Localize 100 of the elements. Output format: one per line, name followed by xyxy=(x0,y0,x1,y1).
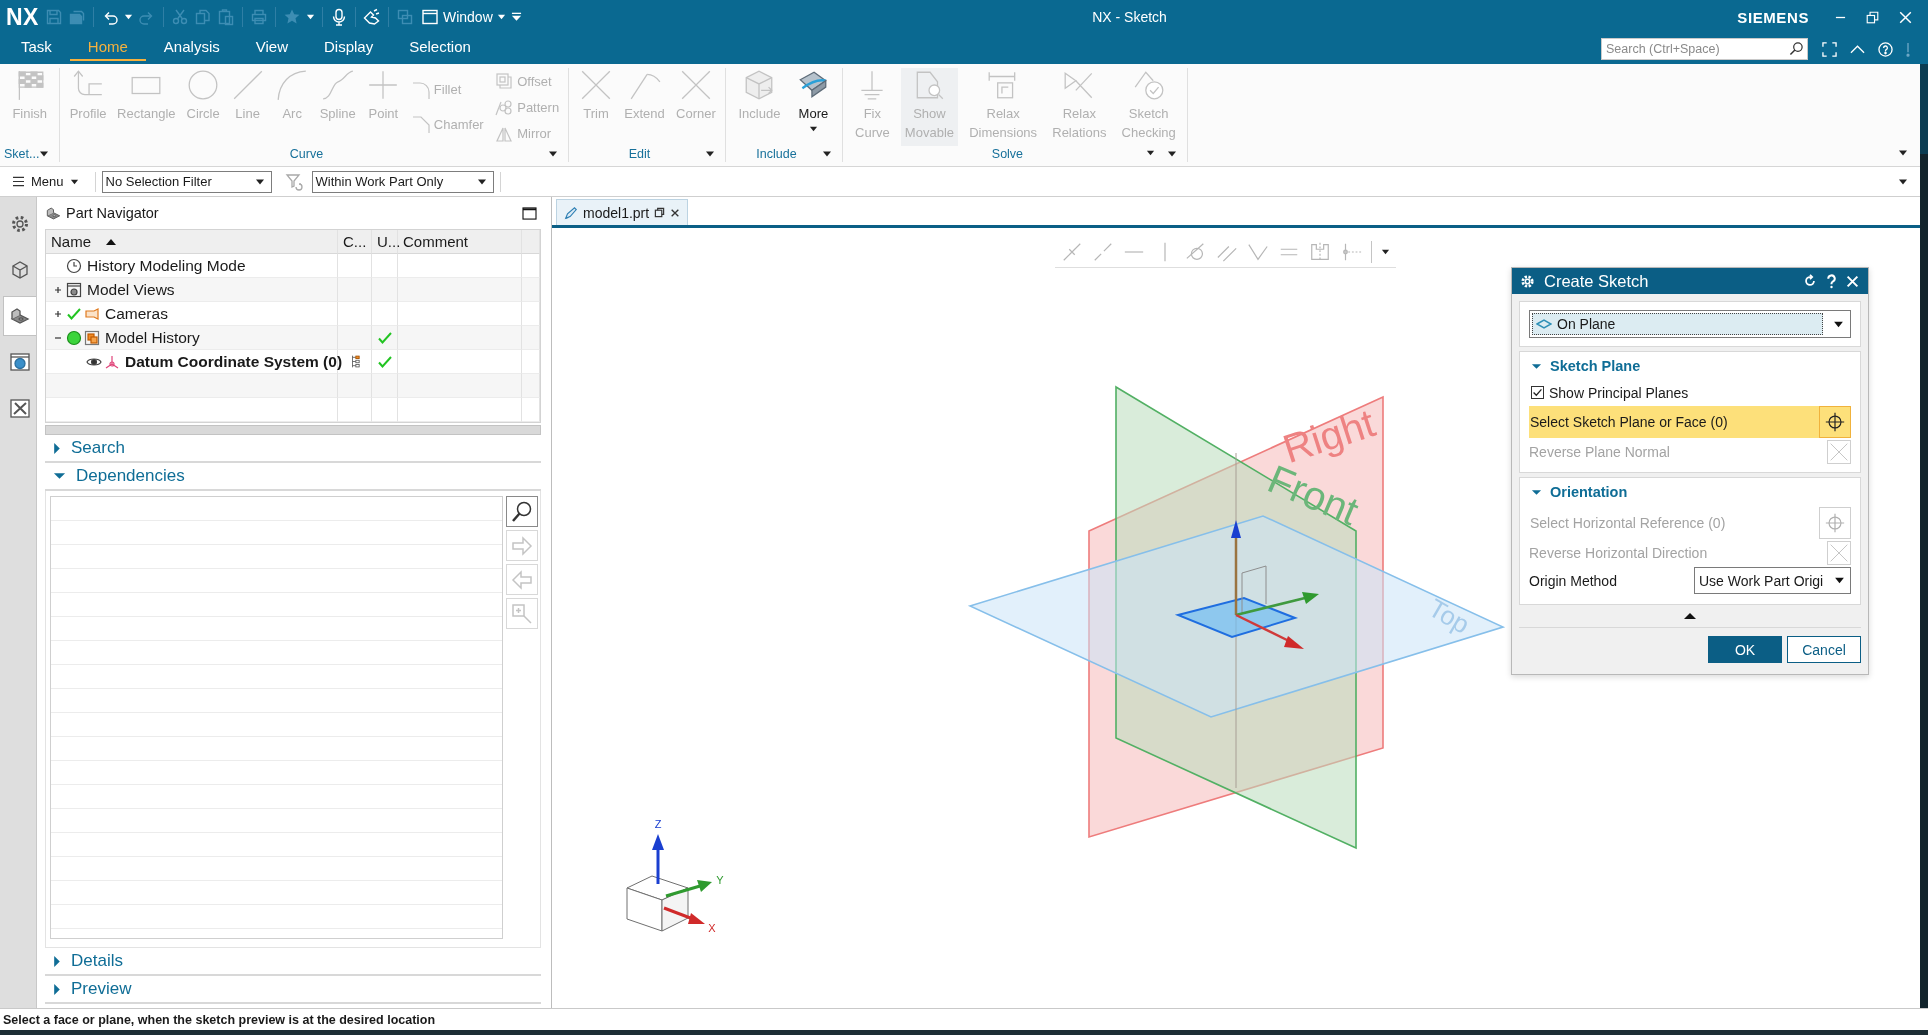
caret-icon[interactable] xyxy=(705,151,716,157)
plus-box-icon[interactable] xyxy=(53,308,63,319)
checkbox-label[interactable]: Show Principal Planes xyxy=(1549,384,1689,401)
search-icon xyxy=(510,499,534,524)
search-icon[interactable] xyxy=(1789,41,1804,56)
tree-row[interactable]: History Modeling Mode xyxy=(46,254,540,278)
cross-icon xyxy=(1829,542,1849,563)
caret-icon[interactable] xyxy=(548,151,559,157)
resource-tab[interactable] xyxy=(3,296,36,336)
arrow-left-icon xyxy=(510,567,534,592)
close-icon[interactable] xyxy=(670,207,681,218)
window-menu[interactable]: Window xyxy=(420,8,506,26)
panel-title: Part Navigator xyxy=(66,205,159,221)
gear-icon xyxy=(1520,273,1535,289)
section-toggle[interactable]: Details xyxy=(45,948,541,976)
dropdown-field[interactable]: Use Work Part Origi xyxy=(1694,567,1851,594)
ribbon-tab[interactable]: Display xyxy=(305,34,392,61)
dialog-button[interactable]: OK xyxy=(1708,636,1782,663)
menu-button[interactable]: Menu xyxy=(0,174,89,189)
help-icon[interactable] xyxy=(1878,41,1893,57)
dropdown-field[interactable]: Within Work Part Only xyxy=(311,170,494,193)
status-message: Select a face or plane, when the sketch preview is at the desired location xyxy=(3,1012,436,1027)
float-window-icon[interactable] xyxy=(654,207,666,218)
section-toggle[interactable]: Dependencies xyxy=(45,463,541,491)
tree-row[interactable]: Model History xyxy=(46,326,540,350)
hamburger-icon xyxy=(12,176,25,187)
caret-icon[interactable] xyxy=(1381,249,1390,255)
selection-row[interactable]: Select Sketch Plane or Face (0) xyxy=(1529,406,1851,438)
caret-icon[interactable] xyxy=(1898,150,1908,156)
views-window-icon xyxy=(66,281,82,298)
offset-squares-icon xyxy=(494,71,515,91)
tree-item-label[interactable]: History Modeling Mode xyxy=(87,256,246,275)
tree-row[interactable]: Model Views xyxy=(46,278,540,302)
triangle-right-icon xyxy=(53,441,61,455)
arrow-right-icon xyxy=(510,533,534,558)
tree-item-label[interactable]: Datum Coordinate System (0) xyxy=(125,352,343,371)
crosshair-icon xyxy=(1824,411,1846,433)
hand-pointer-icon[interactable] xyxy=(362,8,381,26)
caret-icon[interactable] xyxy=(1898,178,1908,185)
section-toggle[interactable]: Sketch Plane xyxy=(1529,352,1851,380)
ribbon-tab[interactable]: View xyxy=(237,34,306,61)
table-cell xyxy=(338,398,372,422)
tree-item-label[interactable]: Model History xyxy=(105,328,200,347)
stacked-squares-icon xyxy=(84,329,100,346)
tree-row[interactable]: Cameras xyxy=(46,302,540,326)
maximize-icon[interactable] xyxy=(522,206,537,220)
ribbon-tab[interactable]: Home xyxy=(69,34,146,61)
dropdown-field[interactable]: No Selection Filter xyxy=(101,170,272,193)
plus-box-icon[interactable] xyxy=(53,284,63,295)
checkbox[interactable] xyxy=(1531,386,1544,399)
caret-icon[interactable] xyxy=(39,151,50,157)
customize-caret-icon[interactable] xyxy=(510,12,522,22)
axis-label: Z xyxy=(654,817,662,830)
option-label: Reverse Horizontal Direction xyxy=(1529,544,1708,561)
horizontal-scrollbar[interactable] xyxy=(45,425,541,435)
tree-item-label[interactable]: Cameras xyxy=(105,304,168,323)
triangle-up-icon[interactable] xyxy=(1683,612,1697,620)
table-cell xyxy=(522,398,540,422)
circles-cluster-icon xyxy=(494,97,515,117)
field-label: Origin Method xyxy=(1529,572,1617,589)
dependency-tool-button[interactable] xyxy=(506,496,538,527)
bevel-corner-icon xyxy=(410,114,431,135)
help-icon[interactable] xyxy=(1826,273,1837,289)
fullscreen-icon[interactable] xyxy=(1822,41,1837,57)
section-toggle[interactable]: Preview xyxy=(45,976,541,1004)
triangle-down-icon xyxy=(1531,488,1542,496)
triangle-down-icon xyxy=(1531,362,1542,370)
caret-icon[interactable] xyxy=(822,151,833,157)
caret-icon xyxy=(1833,320,1844,328)
reset-icon[interactable] xyxy=(1803,274,1817,288)
dialog-title: Create Sketch xyxy=(1544,271,1649,291)
minimize-icon[interactable] xyxy=(1835,15,1846,19)
tree-item-label[interactable]: Model Views xyxy=(87,280,175,299)
ribbon-group-label: Curve xyxy=(288,147,325,161)
document-tab[interactable]: model1.prt xyxy=(556,199,689,225)
caret-icon[interactable] xyxy=(1167,151,1178,157)
caret-icon[interactable] xyxy=(305,14,315,20)
crossed-tools-icon xyxy=(8,397,31,419)
caret-icon xyxy=(476,178,487,185)
dropdown-field[interactable]: On Plane xyxy=(1529,310,1851,338)
clock-icon xyxy=(66,257,82,274)
restore-icon[interactable] xyxy=(1866,10,1879,24)
app-logo: NX xyxy=(5,3,40,31)
cross-icon xyxy=(1829,441,1849,462)
ribbon-button[interactable]: More xyxy=(792,68,835,146)
chevron-up-icon[interactable] xyxy=(1850,44,1865,54)
dialog-button[interactable]: Cancel xyxy=(1787,636,1861,663)
triangle-down-icon xyxy=(53,472,66,480)
rounded-corner-icon xyxy=(410,79,431,100)
caret-icon[interactable] xyxy=(123,14,133,20)
selection-label: Select Sketch Plane or Face (0) xyxy=(1529,414,1728,430)
select-object-button[interactable] xyxy=(1819,406,1851,438)
search-field[interactable]: Search (Ctrl+Space) xyxy=(1601,38,1808,60)
section-toggle[interactable]: Search xyxy=(45,435,541,463)
tree-row[interactable]: Datum Coordinate System (0) xyxy=(46,350,540,374)
section-toggle[interactable]: Orientation xyxy=(1529,478,1851,506)
window-icon xyxy=(420,8,439,26)
ribbon-tab[interactable]: Task xyxy=(3,34,70,61)
ribbon-tab[interactable]: Selection xyxy=(391,34,489,61)
ribbon-tab[interactable]: Analysis xyxy=(145,34,238,61)
